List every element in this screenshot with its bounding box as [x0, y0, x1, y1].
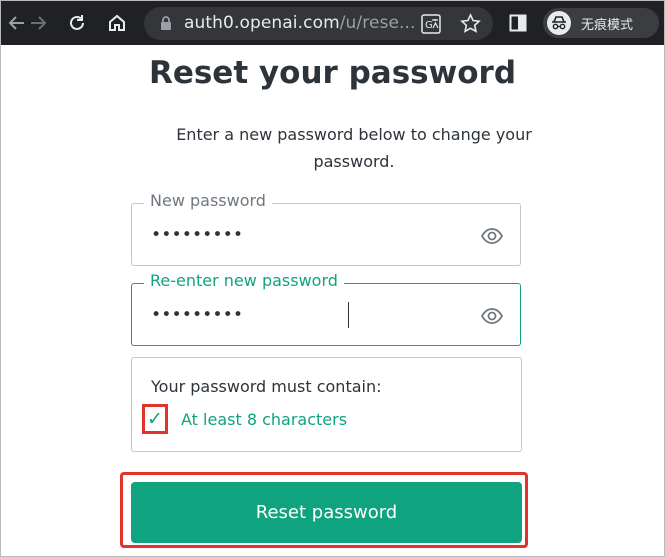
browser-toolbar: auth0.openai.com/u/rese... G 无痕模式: [1, 1, 664, 45]
forward-arrow-icon[interactable]: [24, 9, 52, 37]
new-password-input[interactable]: [151, 223, 451, 247]
show-password-eye-icon[interactable]: [480, 304, 504, 328]
reload-icon[interactable]: [63, 9, 91, 37]
incognito-chip[interactable]: 无痕模式: [543, 8, 659, 38]
reenter-password-field[interactable]: Re-enter new password: [131, 271, 521, 346]
bookmark-star-icon[interactable]: [460, 13, 481, 38]
page-subtitle: Enter a new password below to change you…: [176, 125, 532, 171]
new-password-field[interactable]: New password: [131, 191, 521, 266]
url-text[interactable]: auth0.openai.com/u/rese...: [184, 13, 416, 33]
requirement-item: At least 8 characters: [181, 410, 348, 429]
requirements-heading: Your password must contain:: [151, 377, 382, 396]
reset-password-button[interactable]: Reset password: [131, 482, 522, 543]
incognito-label: 无痕模式: [581, 18, 634, 33]
lock-icon[interactable]: [160, 16, 172, 35]
home-icon[interactable]: [103, 9, 131, 37]
checkmark-icon: ✓: [142, 404, 168, 434]
new-password-label: New password: [144, 191, 272, 210]
address-bar[interactable]: auth0.openai.com/u/rese... G: [144, 7, 493, 40]
reenter-password-input[interactable]: [151, 303, 451, 327]
text-caret: [348, 302, 349, 328]
page-title: Reset your password: [148, 55, 517, 91]
translate-icon[interactable]: G: [421, 14, 441, 38]
incognito-icon: [547, 11, 571, 39]
svg-text:G: G: [425, 20, 433, 31]
password-requirements-box: Your password must contain: ✓ At least 8…: [131, 357, 522, 452]
show-password-eye-icon[interactable]: [480, 224, 504, 248]
side-panel-icon[interactable]: [504, 9, 532, 37]
reenter-password-label: Re-enter new password: [144, 271, 344, 290]
